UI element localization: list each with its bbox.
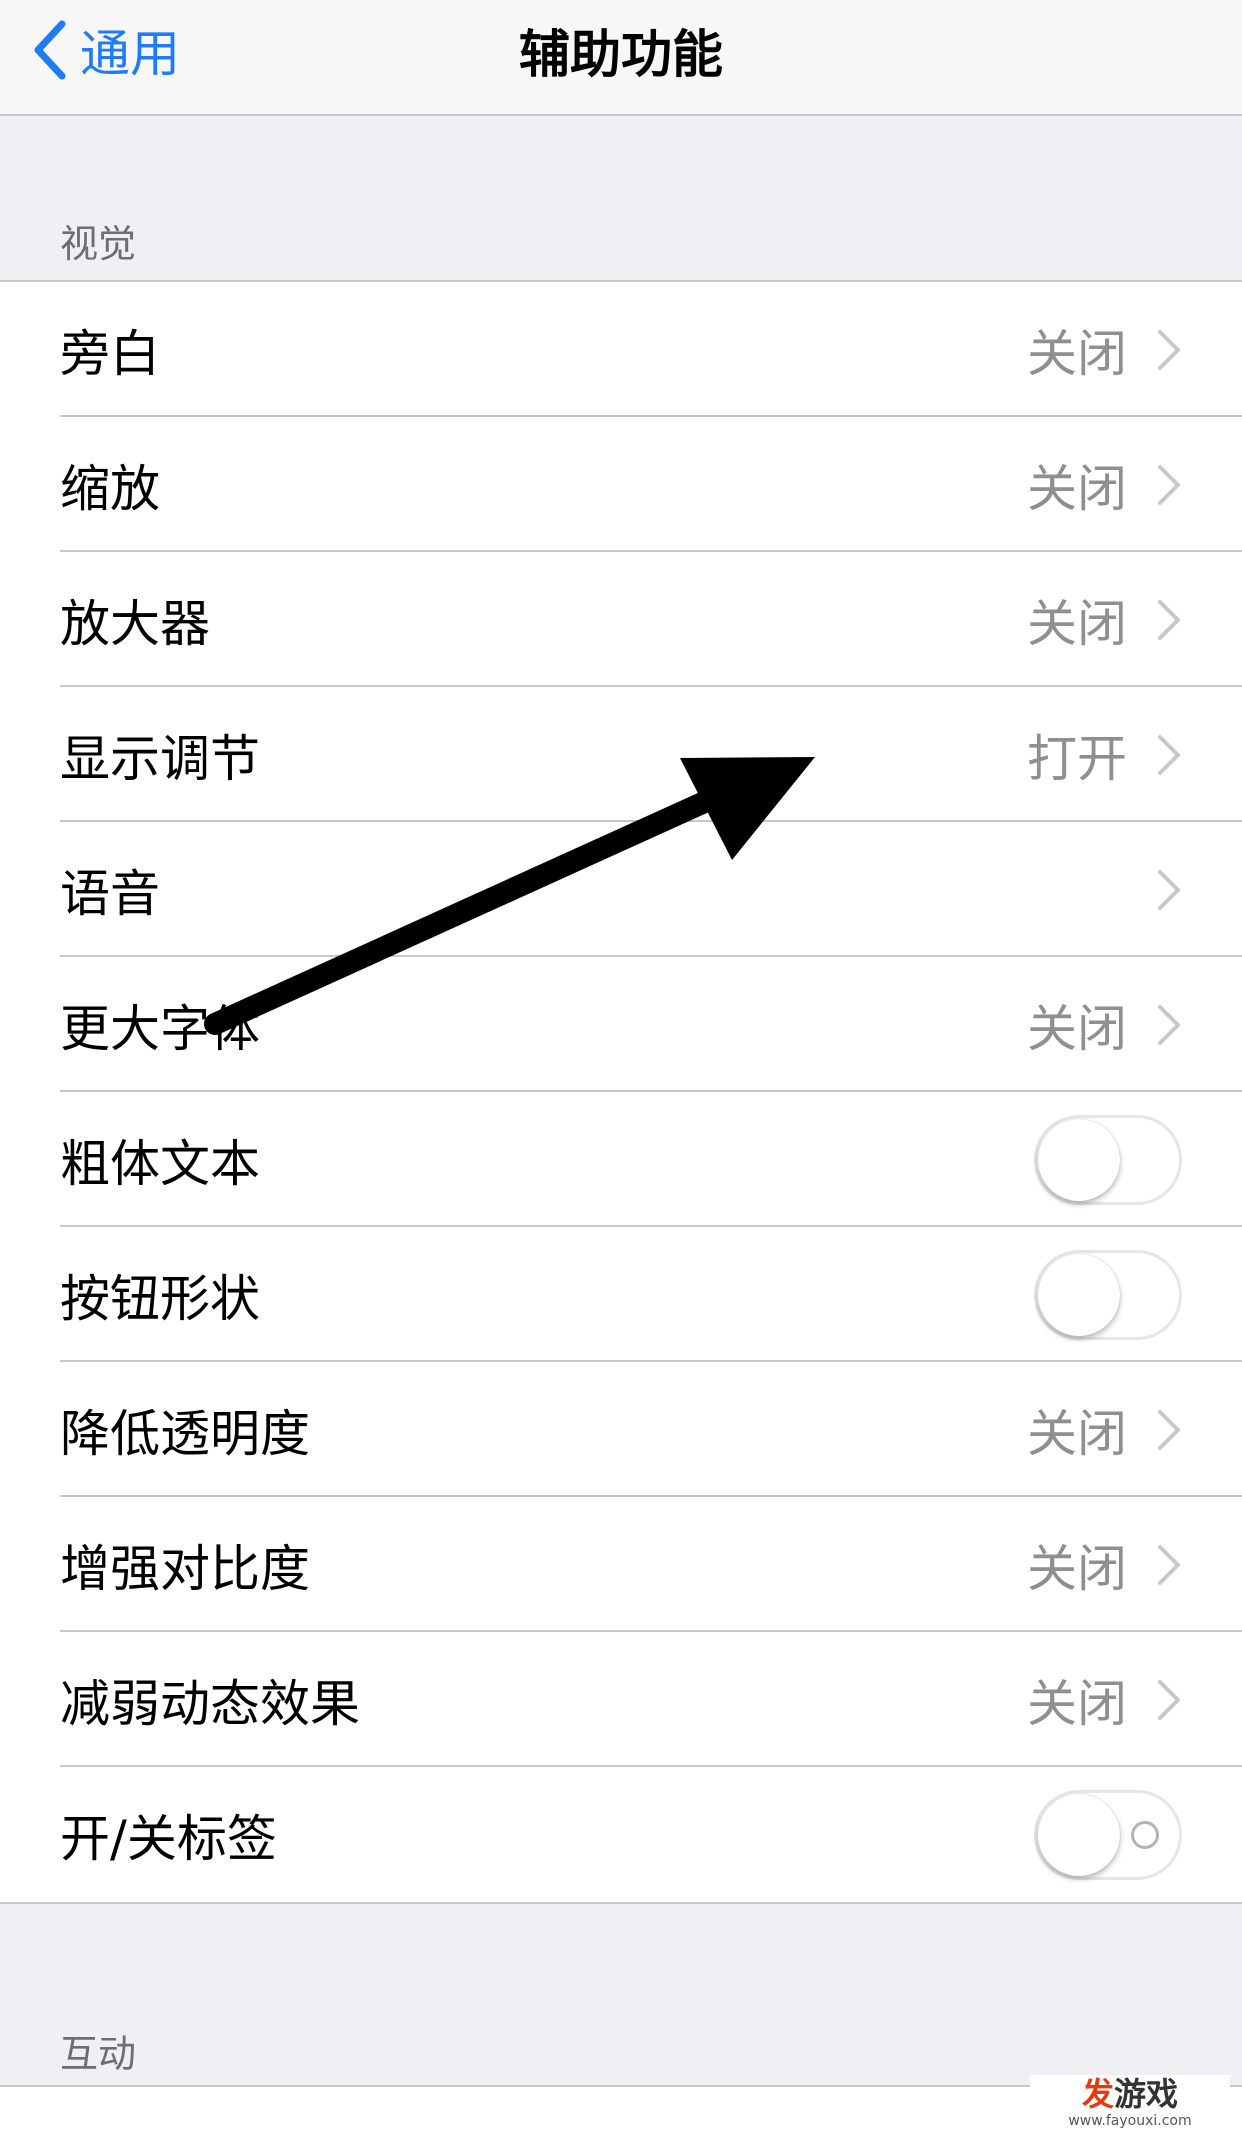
chevron-right-icon <box>1158 329 1180 370</box>
toggle-knob <box>1038 1118 1120 1201</box>
section-header-vision: 视觉 <box>60 222 137 266</box>
settings-row-reduce-motion[interactable]: 减弱动态效果 关闭 <box>0 1632 1242 1767</box>
row-label: 粗体文本 <box>60 1134 260 1193</box>
settings-row-speech[interactable]: 语音 <box>0 822 1242 957</box>
row-value: 关闭 <box>1027 1404 1127 1463</box>
off-indicator-icon <box>1131 1820 1159 1849</box>
watermark-text: 发游戏 <box>1081 2074 1179 2113</box>
chevron-right-icon <box>1158 599 1180 640</box>
row-value: 关闭 <box>1027 1674 1127 1733</box>
settings-row-button-shapes: 按钮形状 <box>0 1227 1242 1362</box>
settings-row-on-off-labels: 开/关标签 <box>0 1767 1242 1902</box>
chevron-right-icon <box>1158 464 1180 505</box>
row-label: 旁白 <box>60 324 160 383</box>
toggle-knob <box>1038 1793 1120 1876</box>
watermark-logo: 发游戏 www.fayouxi.com <box>1030 2075 1230 2131</box>
bold-text-toggle[interactable] <box>1034 1114 1182 1205</box>
page-title: 辅助功能 <box>518 26 723 85</box>
chevron-right-icon <box>1158 734 1180 775</box>
settings-row-larger-text[interactable]: 更大字体 关闭 <box>0 957 1242 1092</box>
chevron-right-icon <box>1158 869 1180 910</box>
row-value: 关闭 <box>1027 1539 1127 1598</box>
settings-row-increase-contrast[interactable]: 增强对比度 关闭 <box>0 1497 1242 1632</box>
chevron-right-icon <box>1158 1679 1180 1720</box>
settings-group-vision: 旁白 关闭 缩放 关闭 放大器 关闭 显示调节 打开 语音 更大字体 关闭 粗体… <box>0 280 1242 1904</box>
settings-row-display-accommodations[interactable]: 显示调节 打开 <box>0 687 1242 822</box>
row-label: 放大器 <box>60 594 210 653</box>
row-label: 语音 <box>60 864 160 923</box>
chevron-right-icon <box>1158 1409 1180 1450</box>
toggle-knob <box>1038 1253 1120 1336</box>
settings-row-bold-text: 粗体文本 <box>0 1092 1242 1227</box>
watermark-url: www.fayouxi.com <box>1068 2112 1192 2129</box>
row-value: 关闭 <box>1027 324 1127 383</box>
settings-row-magnifier[interactable]: 放大器 关闭 <box>0 552 1242 687</box>
navigation-bar: 通用 辅助功能 <box>0 0 1242 116</box>
row-value: 关闭 <box>1027 999 1127 1058</box>
row-label: 显示调节 <box>60 729 260 788</box>
settings-row-voiceover[interactable]: 旁白 关闭 <box>0 282 1242 417</box>
on-off-labels-toggle[interactable] <box>1034 1789 1182 1880</box>
settings-row-reduce-transparency[interactable]: 降低透明度 关闭 <box>0 1362 1242 1497</box>
row-value: 关闭 <box>1027 594 1127 653</box>
section-header-interaction: 互动 <box>60 2032 137 2076</box>
row-label: 开/关标签 <box>60 1809 277 1868</box>
chevron-right-icon <box>1158 1544 1180 1585</box>
chevron-right-icon <box>1158 1004 1180 1045</box>
row-value: 关闭 <box>1027 459 1127 518</box>
row-label: 降低透明度 <box>60 1404 310 1463</box>
row-label: 减弱动态效果 <box>60 1674 360 1733</box>
row-label: 更大字体 <box>60 999 260 1058</box>
row-label: 按钮形状 <box>60 1269 260 1328</box>
settings-row-zoom[interactable]: 缩放 关闭 <box>0 417 1242 552</box>
row-label: 增强对比度 <box>60 1539 310 1598</box>
row-value: 打开 <box>1027 729 1127 788</box>
button-shapes-toggle[interactable] <box>1034 1249 1182 1340</box>
row-label: 缩放 <box>60 459 160 518</box>
